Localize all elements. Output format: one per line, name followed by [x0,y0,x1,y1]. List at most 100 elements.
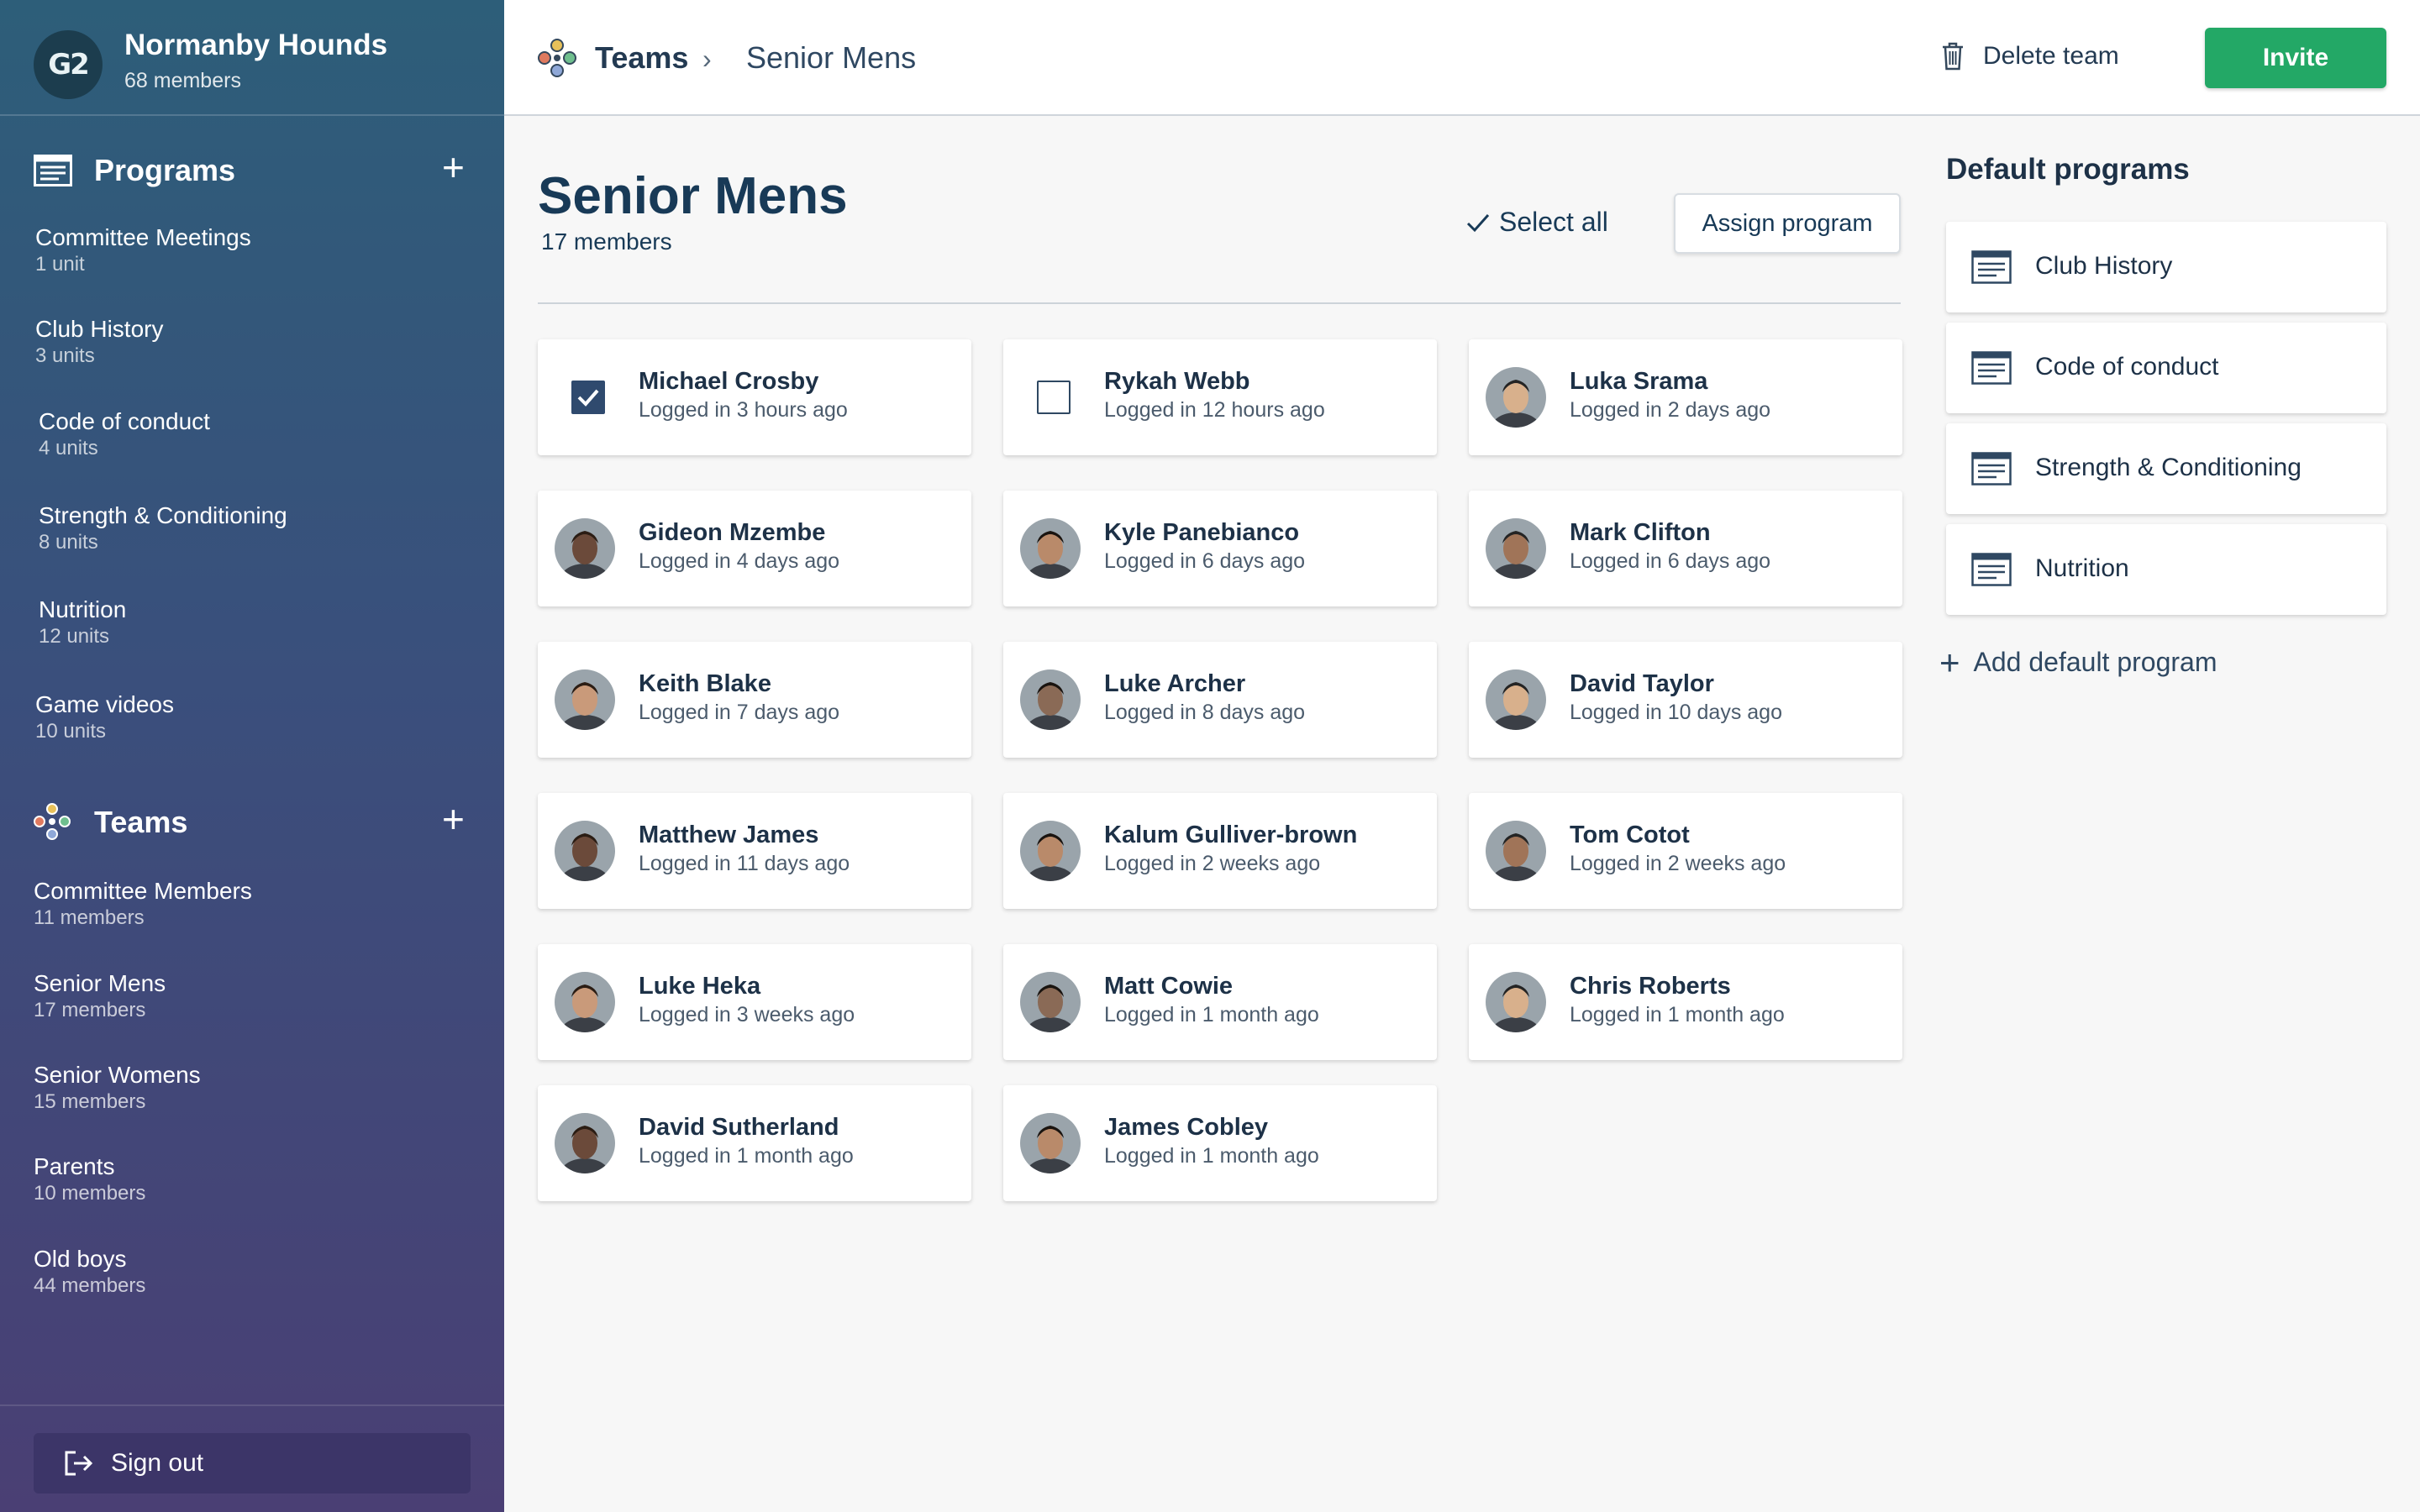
sidebar-item-team[interactable]: Senior Mens 17 members [34,969,471,1023]
member-last-login: Logged in 2 weeks ago [1104,852,1321,875]
sidebar-item-team[interactable]: Senior Womens 15 members [34,1061,471,1115]
sidebar-item-program[interactable]: Code of conduct 4 units [39,407,476,461]
program-icon [1971,452,2012,486]
member-name: Mark Clifton [1570,519,1711,546]
sidebar-item-program[interactable]: Strength & Conditioning 8 units [39,501,476,555]
member-card[interactable]: Kalum Gulliver-brown Logged in 2 weeks ag… [1003,793,1437,909]
sidebar-item-program[interactable]: Game videos 10 units [35,690,472,744]
sidebar-item-program[interactable]: Club History 3 units [35,315,472,369]
member-card[interactable]: Rykah Webb Logged in 12 hours ago [1003,339,1437,455]
member-name: Michael Crosby [639,368,819,395]
member-card[interactable]: Mark Clifton Logged in 6 days ago [1469,491,1902,606]
member-name: Chris Roberts [1570,973,1731,1000]
member-last-login: Logged in 2 days ago [1570,398,1771,422]
member-card[interactable]: Matthew James Logged in 11 days ago [538,793,971,909]
member-name: Gideon Mzembe [639,519,826,546]
default-program-label: Nutrition [2035,554,2129,582]
programs-section-header: Programs + [0,144,504,195]
invite-button[interactable]: Invite [2205,28,2386,88]
member-last-login: Logged in 2 weeks ago [1570,852,1786,875]
default-programs-title: Default programs [1946,153,2190,186]
program-icon [1971,250,2012,284]
breadcrumb-current: Senior Mens [746,40,917,75]
teams-section-header: Teams + [0,796,504,847]
member-last-login: Logged in 12 hours ago [1104,398,1325,422]
member-name: Kyle Panebianco [1104,519,1300,546]
member-card[interactable]: Luke Archer Logged in 8 days ago [1003,642,1437,758]
avatar [555,518,615,579]
top-bar: Teams › Senior Mens Delete team Invite [504,0,2420,116]
member-card[interactable]: David Sutherland Logged in 1 month ago [538,1085,971,1201]
member-card[interactable]: Luke Heka Logged in 3 weeks ago [538,944,971,1060]
delete-team-label: Delete team [1983,42,2119,70]
org-header[interactable]: G2 Normanby Hounds 68 members [0,0,504,116]
sidebar-item-team[interactable]: Parents 10 members [34,1152,471,1206]
add-default-program-button[interactable]: + Add default program [1939,642,2217,682]
sidebar-item-team[interactable]: Old boys 44 members [34,1245,471,1299]
checkmark-icon [577,389,599,407]
sidebar-item-team[interactable]: Committee Members 11 members [34,877,471,931]
add-program-plus-icon[interactable]: + [442,148,465,186]
avatar [1020,1113,1081,1173]
checkbox-unchecked[interactable] [1037,381,1071,414]
member-last-login: Logged in 4 days ago [639,549,840,573]
member-card[interactable]: Tom Cotot Logged in 2 weeks ago [1469,793,1902,909]
member-name: David Sutherland [639,1114,839,1141]
avatar [1020,821,1081,881]
member-name: James Cobley [1104,1114,1269,1141]
member-card[interactable]: Chris Roberts Logged in 1 month ago [1469,944,1902,1060]
member-card[interactable]: David Taylor Logged in 10 days ago [1469,642,1902,758]
member-card[interactable]: Kyle Panebianco Logged in 6 days ago [1003,491,1437,606]
default-program-item[interactable]: Strength & Conditioning [1946,423,2386,514]
sign-out-button[interactable]: Sign out [34,1433,471,1494]
member-card[interactable]: Luka Srama Logged in 2 days ago [1469,339,1902,455]
member-card[interactable]: Michael Crosby Logged in 3 hours ago [538,339,971,455]
org-name: Normanby Hounds [124,29,388,61]
default-program-label: Strength & Conditioning [2035,454,2302,481]
teams-icon [538,39,576,77]
member-last-login: Logged in 8 days ago [1104,701,1306,724]
avatar [1486,669,1546,730]
page-title: Senior Mens [538,167,848,225]
program-icon [1971,351,2012,385]
member-count: 17 members [541,228,672,255]
avatar [555,669,615,730]
member-name: Matthew James [639,822,819,848]
member-last-login: Logged in 1 month ago [1570,1003,1785,1026]
member-card[interactable]: Keith Blake Logged in 7 days ago [538,642,971,758]
member-name: Luke Heka [639,973,761,1000]
default-program-item[interactable]: Nutrition [1946,524,2386,615]
default-program-item[interactable]: Code of conduct [1946,323,2386,413]
sidebar: G2 Normanby Hounds 68 members Programs +… [0,0,504,1512]
programs-title: Programs [94,153,236,187]
sidebar-item-program[interactable]: Committee Meetings 1 unit [35,223,472,277]
breadcrumb-teams-link[interactable]: Teams [595,40,688,76]
avatar [555,821,615,881]
select-all-button[interactable]: Select all [1465,207,1608,238]
program-icon [34,155,72,186]
sidebar-item-program[interactable]: Nutrition 12 units [39,596,476,649]
sign-out-icon [65,1451,93,1476]
avatar [1020,972,1081,1032]
avatar [555,972,615,1032]
member-card[interactable]: James Cobley Logged in 1 month ago [1003,1085,1437,1201]
delete-team-button[interactable]: Delete team [1941,42,2119,71]
member-last-login: Logged in 1 month ago [639,1144,854,1168]
member-name: Tom Cotot [1570,822,1690,848]
avatar [1486,821,1546,881]
default-program-item[interactable]: Club History [1946,222,2386,312]
avatar [1020,518,1081,579]
member-card[interactable]: Gideon Mzembe Logged in 4 days ago [538,491,971,606]
avatar [555,1113,615,1173]
member-name: Luka Srama [1570,368,1708,395]
checkbox-checked[interactable] [571,381,605,414]
assign-program-button[interactable]: Assign program [1674,193,1901,254]
avatar [1020,669,1081,730]
add-team-plus-icon[interactable]: + [442,800,465,838]
signout-area: Sign out [0,1404,504,1512]
member-card[interactable]: Matt Cowie Logged in 1 month ago [1003,944,1437,1060]
member-name: Rykah Webb [1104,368,1250,395]
plus-icon: + [1939,642,1960,682]
member-last-login: Logged in 1 month ago [1104,1144,1319,1168]
program-icon [1971,553,2012,586]
